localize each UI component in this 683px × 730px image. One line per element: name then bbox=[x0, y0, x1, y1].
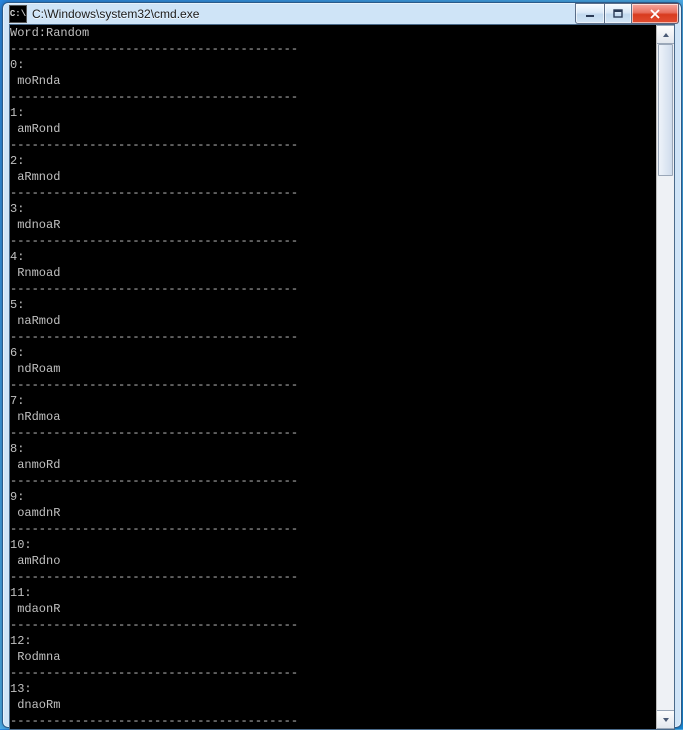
close-button[interactable] bbox=[632, 3, 679, 24]
chevron-up-icon bbox=[662, 31, 670, 39]
window-buttons bbox=[575, 3, 679, 24]
client-area: Word:Random ----------------------------… bbox=[9, 24, 675, 730]
chevron-down-icon bbox=[662, 716, 670, 724]
window-title: C:\Windows\system32\cmd.exe bbox=[32, 7, 575, 21]
app-window: C:\ C:\Windows\system32\cmd.exe Word:Ran… bbox=[2, 2, 682, 728]
vertical-scrollbar[interactable] bbox=[656, 25, 674, 729]
scroll-down-button[interactable] bbox=[657, 710, 674, 729]
close-icon bbox=[649, 9, 661, 19]
maximize-icon bbox=[613, 9, 623, 19]
maximize-button[interactable] bbox=[604, 3, 632, 24]
minimize-icon bbox=[585, 9, 595, 19]
scrollbar-track[interactable] bbox=[657, 44, 674, 710]
console-output: Word:Random ----------------------------… bbox=[10, 25, 656, 729]
scrollbar-thumb[interactable] bbox=[658, 44, 673, 176]
minimize-button[interactable] bbox=[575, 3, 604, 24]
scroll-up-button[interactable] bbox=[657, 25, 674, 44]
cmd-icon: C:\ bbox=[9, 5, 27, 23]
title-bar[interactable]: C:\ C:\Windows\system32\cmd.exe bbox=[3, 3, 681, 24]
